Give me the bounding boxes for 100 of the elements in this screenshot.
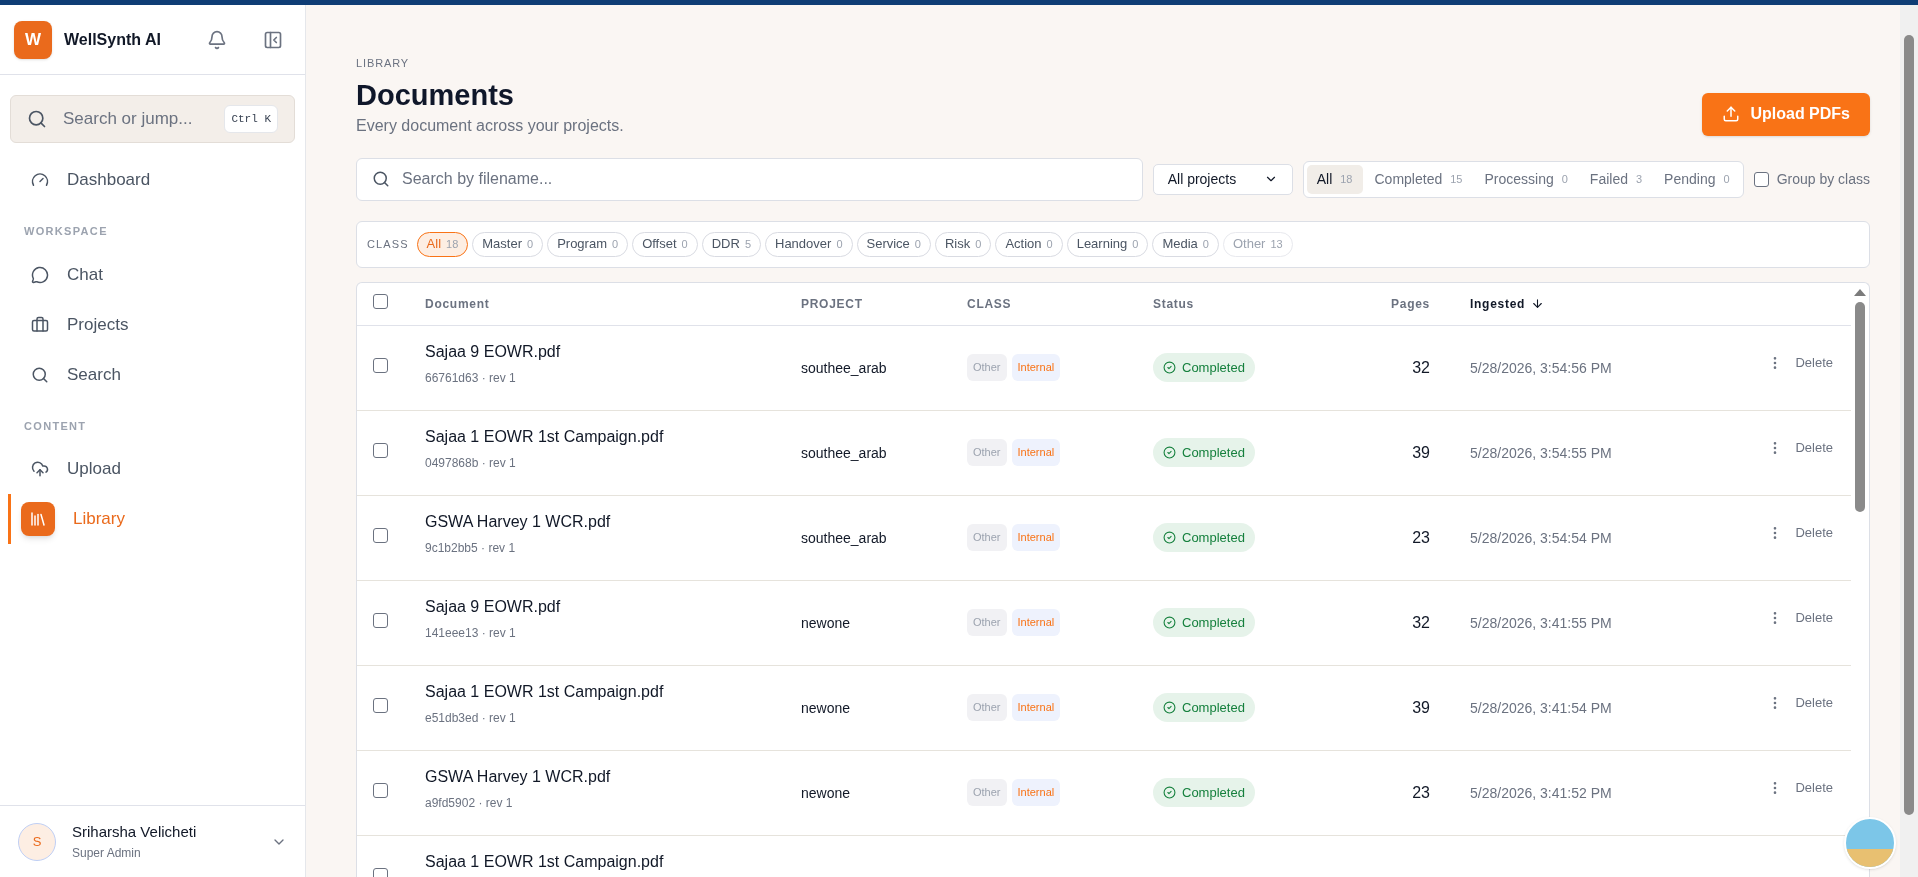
scope-tag: Internal bbox=[1011, 439, 1061, 466]
checkbox[interactable] bbox=[1753, 171, 1769, 187]
class-chip[interactable]: Learning 0 bbox=[1066, 231, 1149, 257]
class-label: CLASS bbox=[367, 236, 409, 252]
pages-count: 32 bbox=[1412, 613, 1430, 631]
search-or-jump-field[interactable]: Search or jump... Ctrl K bbox=[10, 95, 295, 143]
scope-tag: Internal bbox=[1011, 524, 1061, 551]
project-select[interactable]: All projects bbox=[1152, 163, 1293, 195]
column-header[interactable]: CLASS bbox=[967, 294, 1012, 313]
document-name[interactable]: Sajaa 9 EOWR.pdf bbox=[425, 596, 801, 617]
search-icon bbox=[372, 169, 390, 188]
pages-count: 39 bbox=[1412, 443, 1430, 461]
row-checkbox[interactable] bbox=[373, 527, 388, 543]
pages-count: 32 bbox=[1412, 358, 1430, 376]
page-scrollbar[interactable] bbox=[1900, 5, 1918, 877]
document-meta: e51db3ed · rev 1 bbox=[425, 709, 517, 727]
project-cell: southee_arab bbox=[801, 359, 887, 376]
delete-button[interactable]: Delete bbox=[1795, 607, 1833, 628]
select-all-checkbox[interactable] bbox=[373, 293, 388, 309]
row-checkbox[interactable] bbox=[373, 782, 388, 798]
class-chip[interactable]: Master 0 bbox=[472, 231, 544, 257]
collapse-sidebar-icon[interactable] bbox=[263, 29, 283, 50]
document-name[interactable]: Sajaa 1 EOWR 1st Campaign.pdf bbox=[425, 851, 801, 872]
class-chip[interactable]: Offset 0 bbox=[632, 231, 698, 257]
nav-section-heading: CONTENT bbox=[23, 418, 88, 434]
filename-search-field[interactable]: Search by filename... bbox=[356, 157, 1143, 201]
class-chip[interactable]: Risk 0 bbox=[935, 231, 992, 257]
project-cell: newone bbox=[801, 784, 851, 801]
ingested-time: 5/28/2026, 3:41:54 PM bbox=[1470, 699, 1612, 716]
library-icon-badge bbox=[21, 502, 55, 536]
pages-count: 23 bbox=[1412, 783, 1430, 801]
nav-item[interactable]: Search bbox=[8, 349, 305, 400]
nav-item[interactable]: Dashboard bbox=[8, 155, 305, 205]
row-checkbox[interactable] bbox=[373, 612, 388, 628]
status-badge: Completed bbox=[1153, 777, 1255, 808]
class-chip[interactable]: Handover 0 bbox=[765, 231, 853, 257]
scope-tag: Internal bbox=[1011, 609, 1061, 636]
nav-item[interactable]: Chat bbox=[8, 249, 305, 300]
class-tag: Other bbox=[967, 609, 1007, 636]
class-chip[interactable]: Program 0 bbox=[547, 231, 629, 257]
check-circle-icon bbox=[1163, 361, 1176, 374]
ingested-time: 5/28/2026, 3:54:55 PM bbox=[1470, 444, 1612, 461]
document-name[interactable]: GSWA Harvey 1 WCR.pdf bbox=[425, 511, 801, 532]
ingested-time: 5/28/2026, 3:54:56 PM bbox=[1470, 359, 1612, 376]
class-chip[interactable]: DDR 5 bbox=[701, 231, 761, 257]
delete-button[interactable]: Delete bbox=[1795, 352, 1833, 373]
status-tab[interactable]: Pending 0 bbox=[1654, 164, 1740, 194]
delete-button[interactable]: Delete bbox=[1795, 777, 1833, 798]
status-badge: Completed bbox=[1153, 522, 1255, 553]
class-chip[interactable]: Service 0 bbox=[856, 231, 931, 257]
search-icon bbox=[27, 109, 47, 129]
row-checkbox[interactable] bbox=[373, 442, 388, 458]
app-name: WellSynth AI bbox=[64, 29, 162, 50]
page-title: Documents bbox=[356, 77, 515, 113]
delete-button[interactable]: Delete bbox=[1795, 522, 1833, 543]
status-tab[interactable]: Processing 0 bbox=[1474, 164, 1578, 194]
nav-section-heading: WORKSPACE bbox=[23, 224, 109, 239]
class-chip[interactable]: Action 0 bbox=[995, 231, 1063, 257]
document-meta: a9fd5902 · rev 1 bbox=[425, 794, 514, 812]
nav-item[interactable]: Upload bbox=[8, 444, 305, 494]
document-name[interactable]: Sajaa 1 EOWR 1st Campaign.pdf bbox=[425, 681, 801, 702]
class-tag: Other bbox=[967, 694, 1007, 721]
status-badge: Completed bbox=[1153, 692, 1255, 723]
delete-button[interactable]: Delete bbox=[1795, 437, 1833, 458]
status-tab[interactable]: Failed 3 bbox=[1579, 164, 1653, 194]
gauge-icon bbox=[31, 171, 49, 189]
sort-arrow-icon bbox=[1531, 297, 1545, 310]
column-header[interactable]: Status bbox=[1153, 294, 1194, 313]
document-name[interactable]: GSWA Harvey 1 WCR.pdf bbox=[425, 766, 801, 787]
status-tab[interactable]: All 18 bbox=[1306, 164, 1363, 194]
check-circle-icon bbox=[1163, 531, 1176, 544]
document-name[interactable]: Sajaa 9 EOWR.pdf bbox=[425, 341, 801, 362]
ingested-time: 5/28/2026, 3:41:52 PM bbox=[1470, 784, 1612, 801]
page-subtitle: Every document across your projects. bbox=[356, 115, 624, 136]
delete-button[interactable]: Delete bbox=[1795, 692, 1833, 713]
logo-badge: W bbox=[14, 20, 52, 59]
status-tab[interactable]: Completed 15 bbox=[1364, 164, 1473, 194]
notifications-icon[interactable] bbox=[207, 29, 227, 50]
project-cell: southee_arab bbox=[801, 529, 887, 546]
row-checkbox[interactable] bbox=[373, 697, 388, 713]
user-role: Super Admin bbox=[72, 844, 142, 862]
class-tag: Other bbox=[967, 439, 1007, 466]
scope-tag: Internal bbox=[1011, 354, 1061, 381]
project-cell: newone bbox=[801, 614, 851, 631]
row-checkbox[interactable] bbox=[373, 357, 388, 373]
chat-bubble-icon bbox=[31, 265, 49, 284]
column-header[interactable]: Document bbox=[425, 294, 490, 313]
column-header[interactable]: Pages bbox=[1391, 294, 1430, 313]
pages-count: 39 bbox=[1412, 698, 1430, 716]
group-by-class-checkbox[interactable]: Group by class bbox=[1753, 168, 1870, 190]
column-header[interactable]: Ingested bbox=[1470, 294, 1545, 313]
user-name: Sriharsha Velicheti bbox=[72, 822, 198, 843]
document-name[interactable]: Sajaa 1 EOWR 1st Campaign.pdf bbox=[425, 426, 801, 447]
check-circle-icon bbox=[1163, 786, 1176, 799]
column-header[interactable]: PROJECT bbox=[801, 294, 863, 313]
search-icon bbox=[31, 365, 49, 384]
check-circle-icon bbox=[1163, 446, 1176, 459]
status-badge: Completed bbox=[1153, 352, 1255, 383]
nav-item[interactable]: Projects bbox=[8, 299, 305, 350]
class-chip[interactable]: Media 0 bbox=[1152, 231, 1219, 257]
